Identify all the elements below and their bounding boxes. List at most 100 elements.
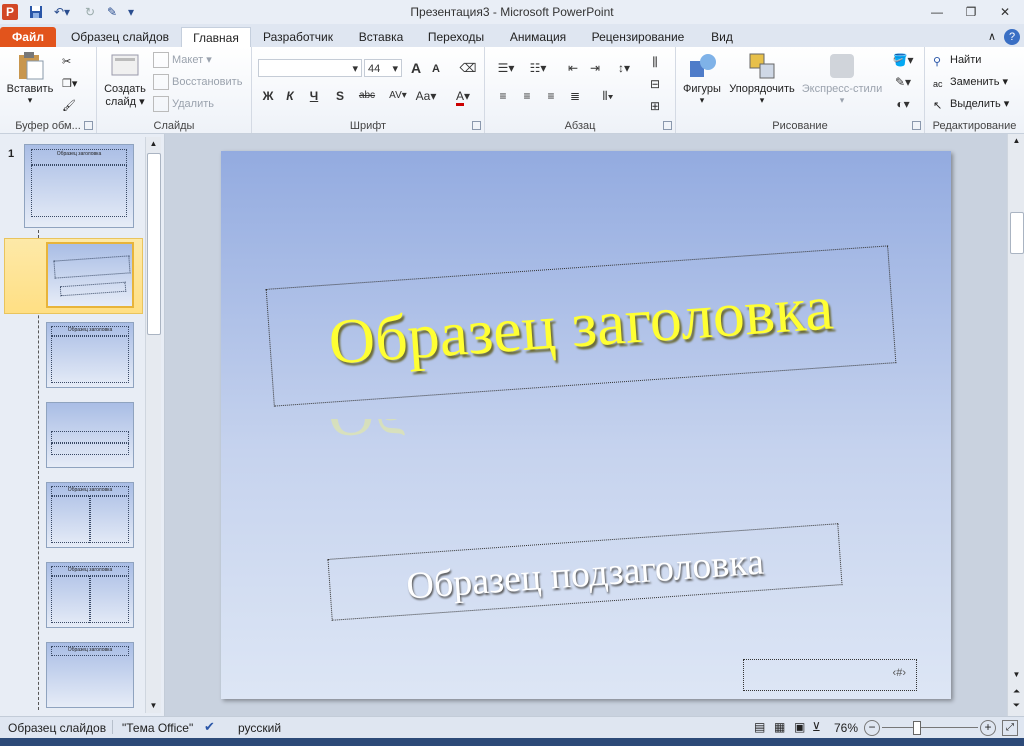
select-button[interactable]: ↖ Выделить ▾ <box>933 95 1009 113</box>
quick-styles-button[interactable]: Экспресс-стили ▾ <box>800 51 884 106</box>
arrange-label: Упорядочить <box>729 83 795 95</box>
bullets-icon[interactable]: ☰▾ <box>493 59 519 77</box>
align-text-icon[interactable]: ⊟ <box>645 75 665 93</box>
layout-thumbnail-title[interactable] <box>46 242 134 308</box>
format-painter-icon[interactable]: 🖌 <box>62 97 76 115</box>
status-bar: Образец слайдов "Тема Office" ✔ русский … <box>0 716 1024 739</box>
numbering-icon[interactable]: ☷▾ <box>525 59 551 77</box>
shrink-font-button[interactable]: A <box>426 60 446 78</box>
layout-thumbnail-5[interactable]: Образец заголовка <box>46 562 134 628</box>
cut-icon[interactable]: ✂ <box>62 53 71 71</box>
layout-thumbnail-6[interactable]: Образец заголовка <box>46 642 134 708</box>
slideshow-icon[interactable]: ⊻ <box>812 720 821 734</box>
drawing-launcher-icon[interactable] <box>912 121 921 130</box>
font-name-combobox[interactable]: ▾ <box>258 59 362 77</box>
find-button[interactable]: ⚲ Найти <box>933 51 981 69</box>
paragraph-launcher-icon[interactable] <box>663 121 672 130</box>
font-size-combobox[interactable]: 44 ▾ <box>364 59 402 77</box>
font-name-dropdown-icon[interactable]: ▾ <box>352 60 358 78</box>
scroll-up-icon[interactable]: ▲ <box>148 139 159 149</box>
tab-view[interactable]: Вид <box>698 27 746 47</box>
underline-button[interactable]: Ч <box>304 87 324 105</box>
zoom-slider-thumb[interactable] <box>913 721 921 735</box>
bold-button[interactable]: Ж <box>258 87 278 105</box>
copy-icon[interactable]: ❐▾ <box>62 75 77 93</box>
decrease-indent-icon[interactable]: ⇤ <box>563 59 583 77</box>
tab-slide-master[interactable]: Образец слайдов <box>62 27 178 47</box>
tab-developer[interactable]: Разработчик <box>252 27 344 47</box>
layout-button[interactable]: Макет ▾ <box>153 51 212 69</box>
font-launcher-icon[interactable] <box>472 121 481 130</box>
tab-home[interactable]: Главная <box>181 27 251 48</box>
italic-button[interactable]: К <box>280 87 300 105</box>
replace-button[interactable]: ac Заменить ▾ <box>933 73 1008 91</box>
columns-icon[interactable]: ⫴▾ <box>595 87 621 105</box>
shape-fill-icon[interactable]: 🪣▾ <box>890 51 916 69</box>
maximize-button[interactable]: ❐ <box>958 3 984 21</box>
status-language[interactable]: русский <box>238 721 281 735</box>
character-spacing-button[interactable]: AV▾ <box>384 87 412 105</box>
next-slide-icon[interactable]: ⏷ <box>1011 700 1022 711</box>
layout-thumbnail-3[interactable] <box>46 402 134 468</box>
line-spacing-icon[interactable]: ↕▾ <box>611 59 637 77</box>
slide-sorter-icon[interactable]: ▦ <box>774 720 785 734</box>
fit-to-window-icon[interactable]: ⤢ <box>1002 720 1018 736</box>
paste-button[interactable]: Вставить ▾ <box>4 51 56 106</box>
close-button[interactable]: ✕ <box>992 3 1018 21</box>
zoom-out-icon[interactable]: − <box>864 720 880 736</box>
tab-review[interactable]: Рецензирование <box>582 27 694 47</box>
shape-effects-icon[interactable]: ◐▾ <box>890 95 916 113</box>
scroll-down-icon[interactable]: ▼ <box>148 701 159 711</box>
change-case-button[interactable]: Aa▾ <box>412 87 440 105</box>
previous-slide-icon[interactable]: ⏶ <box>1011 686 1022 697</box>
tab-transitions[interactable]: Переходы <box>418 27 494 47</box>
zoom-level[interactable]: 76% <box>834 721 858 735</box>
arrange-button[interactable]: Упорядочить ▾ <box>726 51 798 106</box>
shapes-button[interactable]: Фигуры ▾ <box>680 51 724 106</box>
clear-formatting-icon[interactable]: ⌫ <box>458 59 478 77</box>
font-color-button[interactable]: A▾ <box>450 87 476 106</box>
new-slide-button[interactable]: Создать слайд ▾ <box>101 51 149 108</box>
slide-master-layout[interactable]: Образец заголовка Образец заголовка Обра… <box>221 151 951 699</box>
font-size-value: 44 <box>368 63 381 75</box>
minimize-button[interactable]: — <box>924 3 950 21</box>
text-direction-icon[interactable]: ⫼ <box>645 53 665 71</box>
align-center-icon[interactable]: ≡ <box>517 87 537 105</box>
text-shadow-button[interactable]: S <box>330 87 350 105</box>
zoom-slider-track[interactable] <box>882 727 978 728</box>
canvas-scrollbar[interactable]: ▲ ▼ ⏶ ⏷ <box>1007 134 1024 716</box>
reset-button[interactable]: Восстановить <box>153 73 242 91</box>
layout-thumbnail-2[interactable]: Образец заголовка <box>46 322 134 388</box>
normal-view-icon[interactable]: ▤ <box>754 720 765 734</box>
minimize-ribbon-icon[interactable]: ∧ <box>984 27 1000 47</box>
zoom-in-icon[interactable]: + <box>980 720 996 736</box>
canvas-scroll-down-icon[interactable]: ▼ <box>1011 670 1022 679</box>
increase-indent-icon[interactable]: ⇥ <box>585 59 605 77</box>
pane-scroll-thumb[interactable] <box>147 153 161 335</box>
layout-thumbnail-4[interactable]: Образец заголовка <box>46 482 134 548</box>
group-drawing: Фигуры ▾ Упорядочить ▾ Экспресс-стили ▾ … <box>676 47 925 133</box>
clipboard-launcher-icon[interactable] <box>84 121 93 130</box>
strikethrough-button[interactable]: abc <box>354 87 380 105</box>
subtitle-placeholder[interactable]: Образец подзаголовка <box>327 523 843 621</box>
tab-animations[interactable]: Анимация <box>498 27 578 47</box>
tab-insert[interactable]: Вставка <box>348 27 414 47</box>
delete-slide-button[interactable]: Удалить <box>153 95 214 113</box>
title-placeholder[interactable]: Образец заголовка <box>265 245 897 407</box>
pane-scrollbar[interactable]: ▲ ▼ <box>145 137 161 713</box>
help-icon[interactable]: ? <box>1004 29 1020 45</box>
spellcheck-icon[interactable]: ✔ <box>204 719 215 735</box>
canvas-scroll-up-icon[interactable]: ▲ <box>1011 136 1022 145</box>
tab-file[interactable]: Файл <box>0 27 56 47</box>
font-size-dropdown-icon[interactable]: ▾ <box>392 60 398 78</box>
smartart-icon[interactable]: ⊞ <box>645 97 665 115</box>
master-thumbnail[interactable]: Образец заголовка <box>24 144 134 228</box>
shape-outline-icon[interactable]: ✎▾ <box>890 73 916 91</box>
canvas-scroll-thumb[interactable] <box>1010 212 1024 254</box>
grow-font-button[interactable]: A <box>406 59 426 77</box>
reading-view-icon[interactable]: ▣ <box>794 720 805 734</box>
align-left-icon[interactable]: ≡ <box>493 87 513 105</box>
slide-number-placeholder[interactable]: ‹#› <box>743 659 917 691</box>
align-right-icon[interactable]: ≡ <box>541 87 561 105</box>
justify-icon[interactable]: ≣ <box>565 87 585 105</box>
